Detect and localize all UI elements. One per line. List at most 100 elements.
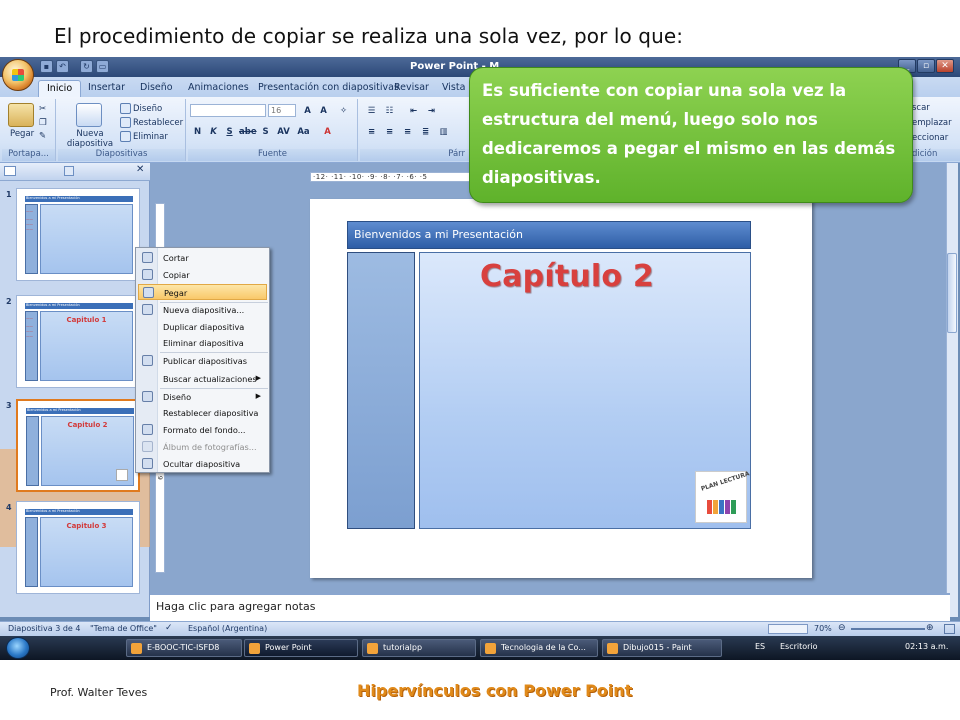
slide-title[interactable]: Capítulo 2 — [480, 259, 654, 294]
grow-font-icon[interactable]: A — [300, 104, 315, 117]
tab-animaciones[interactable]: Animaciones — [180, 80, 257, 97]
menu-item-layout[interactable]: Diseño ▶ — [138, 389, 267, 405]
tab-inicio[interactable]: Inicio — [38, 80, 82, 97]
increase-indent-icon[interactable]: ⇥ — [424, 104, 439, 117]
spacing-icon[interactable]: AV — [276, 125, 291, 138]
strikethrough-icon[interactable]: abe — [238, 125, 257, 138]
logo-text: PLAN LECTURA — [700, 470, 751, 493]
current-slide[interactable]: Bienvenidos a mi Presentación Capítulo 2… — [310, 199, 812, 578]
redo-icon[interactable]: ↻ — [80, 60, 93, 73]
close-pane-icon[interactable]: ✕ — [136, 164, 144, 175]
slideshow-icon[interactable]: ▭ — [96, 60, 109, 73]
menu-item-copy[interactable]: Copiar — [138, 267, 267, 283]
align-center-icon[interactable]: ≡ — [382, 125, 397, 138]
justify-icon[interactable]: ≣ — [418, 125, 433, 138]
paste-button[interactable]: Pegar — [10, 129, 34, 139]
submenu-arrow-icon: ▶ — [255, 392, 261, 400]
notes-pane[interactable]: Haga clic para agregar notas — [150, 593, 950, 621]
menu-item-publish[interactable]: Publicar diapositivas — [138, 353, 267, 369]
start-button[interactable] — [6, 637, 30, 659]
align-left-icon[interactable]: ≡ — [364, 125, 379, 138]
save-icon[interactable]: ▪ — [40, 60, 53, 73]
menu-item-cut[interactable]: Cortar — [138, 250, 267, 266]
clear-format-icon[interactable]: ✧ — [336, 104, 351, 117]
italic-icon[interactable]: K — [206, 125, 221, 138]
menu-item-duplicate[interactable]: Duplicar diapositiva — [138, 319, 267, 335]
menu-item-hide-slide[interactable]: Ocultar diapositiva — [138, 456, 267, 472]
fit-window-icon[interactable] — [944, 624, 955, 634]
slide-thumbnail[interactable]: Bienvenidos a mi Presentación Capitulo 3 — [16, 501, 140, 594]
tab-presentacion[interactable]: Presentación con diapositivas — [250, 80, 407, 97]
slide-menu-panel[interactable] — [347, 252, 415, 529]
slide-thumbnail-selected[interactable]: Bienvenidos a mi Presentación Capitulo 2 — [16, 399, 140, 492]
slides-label: Diapositivas — [58, 149, 185, 161]
desktop-toolbar[interactable]: Escritorio — [780, 642, 818, 651]
tab-revisar[interactable]: Revisar — [386, 80, 437, 97]
font-size-combo[interactable]: 16 — [268, 104, 296, 117]
decrease-indent-icon[interactable]: ⇤ — [406, 104, 421, 117]
columns-icon[interactable]: ▥ — [436, 125, 451, 138]
replace-button[interactable]: emplazar — [912, 118, 952, 128]
menu-item-format-background[interactable]: Formato del fondo... — [138, 422, 267, 438]
align-right-icon[interactable]: ≡ — [400, 125, 415, 138]
taskbar-item[interactable]: Tecnologia de la Co... — [480, 639, 598, 657]
tab-vista[interactable]: Vista — [434, 80, 473, 97]
menu-item-label: Copiar — [163, 270, 190, 280]
view-buttons[interactable] — [768, 624, 808, 634]
zoom-in-icon[interactable]: ⊕ — [926, 623, 934, 633]
change-case-icon[interactable]: Aa — [296, 125, 311, 138]
zoom-slider[interactable] — [851, 628, 925, 630]
menu-item-new-slide[interactable]: Nueva diapositiva... — [138, 302, 267, 318]
status-bar: Diapositiva 3 de 4 "Tema de Office" ✓ Es… — [0, 621, 960, 636]
find-button[interactable]: scar — [912, 103, 930, 113]
slide-heading: El procedimiento de copiar se realiza un… — [54, 24, 684, 48]
zoom-out-icon[interactable]: ⊖ — [838, 623, 846, 633]
menu-item-delete[interactable]: Eliminar diapositiva — [138, 335, 267, 351]
slide-thumbnail[interactable]: Bienvenidos a mi Presentación —— —— —— —— — [16, 188, 140, 281]
new-slide-button[interactable]: Nueva diapositiva — [62, 129, 118, 149]
reset-button[interactable]: Restablecer — [120, 117, 183, 128]
vertical-scrollbar[interactable] — [946, 163, 958, 617]
taskbar-item[interactable]: Dibujo015 - Paint — [602, 639, 722, 657]
underline-icon[interactable]: S — [222, 125, 237, 138]
shadow-icon[interactable]: S — [258, 125, 273, 138]
paste-icon[interactable] — [8, 103, 34, 127]
menu-item-reset-slide[interactable]: Restablecer diapositiva — [138, 405, 267, 421]
tab-insertar[interactable]: Insertar — [80, 80, 133, 97]
outline-tab-icon[interactable] — [64, 166, 74, 176]
language-indicator[interactable]: Español (Argentina) — [188, 624, 267, 633]
delete-button[interactable]: Eliminar — [120, 131, 168, 142]
bullets-icon[interactable]: ☰ — [364, 104, 379, 117]
zoom-level[interactable]: 70% — [814, 624, 832, 633]
spellcheck-icon[interactable]: ✓ — [165, 623, 173, 633]
paste-icon — [143, 287, 154, 298]
cut-icon[interactable]: ✂ — [39, 104, 46, 114]
language-bar[interactable]: ES — [755, 642, 765, 651]
new-slide-icon[interactable] — [76, 103, 102, 127]
office-button-icon[interactable] — [2, 59, 34, 91]
slide-header-bar[interactable]: Bienvenidos a mi Presentación — [347, 221, 751, 249]
menu-item-check-updates[interactable]: Buscar actualizaciones ▶ — [138, 371, 267, 387]
scrollbar-thumb[interactable] — [947, 253, 957, 333]
close-button[interactable]: ✕ — [936, 59, 954, 73]
thumb-link: —— — [26, 316, 33, 320]
layout-button[interactable]: Diseño — [120, 103, 162, 114]
select-button[interactable]: eccionar — [912, 133, 948, 143]
font-family-combo[interactable] — [190, 104, 266, 117]
bold-icon[interactable]: N — [190, 125, 205, 138]
taskbar-item[interactable]: E-BOOC-TIC-ISFD8 — [126, 639, 242, 657]
slides-tab-icon[interactable] — [4, 166, 16, 176]
shrink-font-icon[interactable]: A — [316, 104, 331, 117]
slide-thumbnail[interactable]: Bienvenidos a mi Presentación Capitulo 1… — [16, 295, 140, 388]
numbering-icon[interactable]: ☷ — [382, 104, 397, 117]
format-painter-icon[interactable]: ✎ — [39, 131, 46, 141]
taskbar-item[interactable]: tutorialpp — [362, 639, 476, 657]
tab-diseno[interactable]: Diseño — [132, 80, 181, 97]
menu-item-paste[interactable]: Pegar — [138, 284, 267, 300]
taskbar-item-active[interactable]: Power Point — [244, 639, 358, 657]
copy-icon[interactable]: ❐ — [39, 118, 47, 128]
menu-item-label: Pegar — [164, 288, 188, 298]
font-color-icon[interactable]: A — [320, 125, 335, 138]
restore-button[interactable]: ▫ — [917, 59, 935, 73]
undo-icon[interactable]: ↶ — [56, 60, 69, 73]
